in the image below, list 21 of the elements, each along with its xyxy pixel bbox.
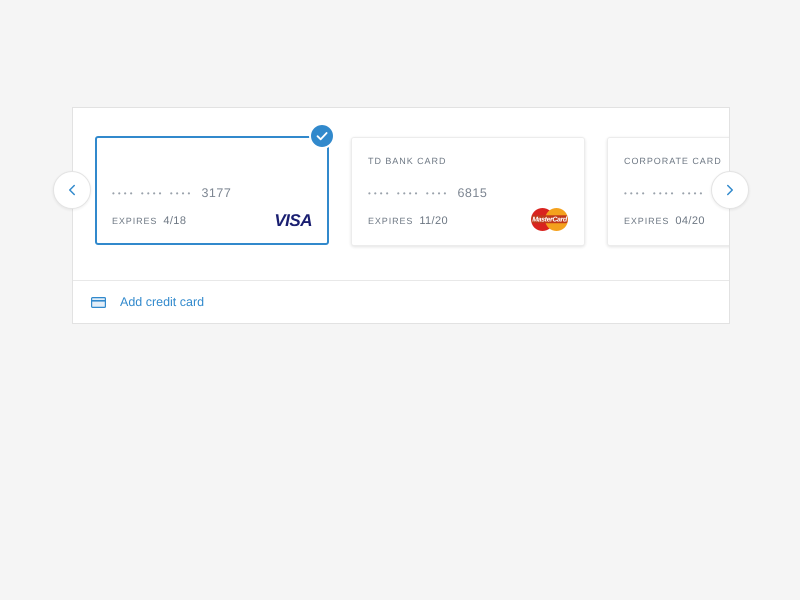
expires-label: EXPIRES: [112, 216, 158, 226]
card-number-mask: •••• •••• ••••: [624, 188, 706, 198]
expiry-date: 04/20: [675, 215, 705, 227]
card-brand-logo: VISA: [274, 213, 312, 229]
card-name: CORPORATE CARD: [624, 156, 722, 166]
card-number-mask: •••• •••• ••••: [112, 188, 194, 198]
add-credit-card-button[interactable]: Add credit card: [91, 295, 204, 309]
expires-label: EXPIRES: [624, 216, 670, 226]
previous-button[interactable]: [53, 171, 91, 209]
card-last-digits: 6815: [457, 186, 488, 200]
credit-card-icon: [91, 296, 106, 308]
credit-card[interactable]: •••• •••• •••• 3177 EXPIRES 4/18 VISA: [95, 136, 329, 245]
expires-label: EXPIRES: [368, 216, 414, 226]
credit-card[interactable]: CORPORATE CARD •••• •••• •••• EXPIRES 04/20: [607, 137, 729, 246]
card-number-mask: •••• •••• ••••: [368, 188, 450, 198]
expiry-date: 4/18: [163, 215, 186, 227]
card-last-digits: 3177: [201, 186, 232, 200]
expiry-date: 11/20: [419, 215, 448, 227]
check-icon: [309, 123, 335, 149]
next-button[interactable]: [711, 171, 749, 209]
card-name: TD BANK CARD: [368, 156, 446, 166]
